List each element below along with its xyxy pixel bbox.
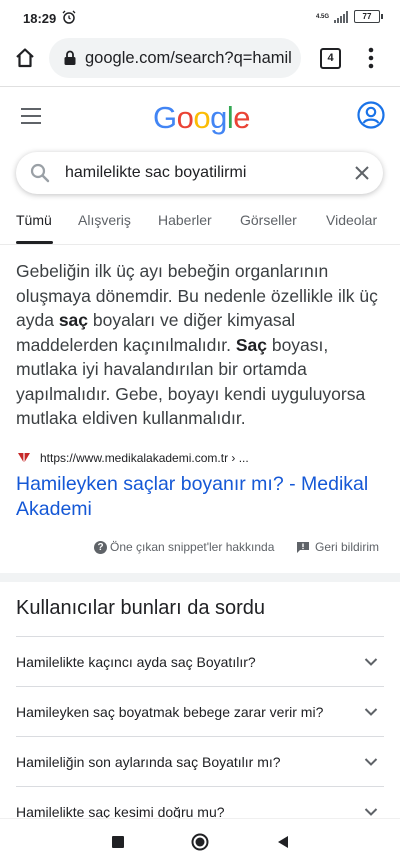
status-bar: 18:29 4.5G 77 — [0, 0, 400, 34]
home-icon[interactable] — [13, 46, 37, 70]
people-also-ask-list: Hamilelikte kaçıncı ayda saç Boyatılır? … — [16, 636, 384, 836]
site-favicon-icon — [18, 452, 30, 464]
feedback-icon — [297, 541, 309, 553]
google-header: Google — [0, 87, 400, 147]
help-icon: ? — [94, 540, 107, 554]
chevron-down-icon — [364, 807, 378, 816]
address-bar[interactable]: google.com/search?q=hamil — [49, 38, 301, 78]
search-icon[interactable] — [30, 163, 50, 183]
feedback-link[interactable]: Geri bildirim — [297, 540, 379, 554]
tab-shopping[interactable]: Alışveriş — [78, 212, 131, 228]
featured-snippet-text: Gebeliğin ilk üç ayı bebeğin organlarını… — [16, 261, 378, 428]
more-options-icon[interactable] — [368, 46, 374, 70]
google-logo[interactable]: Google — [153, 100, 251, 136]
source-url: https://www.medikalakademi.com.tr › ... — [40, 451, 249, 465]
about-snippets-link[interactable]: ? Öne çıkan snippet'ler hakkında — [94, 540, 274, 554]
hamburger-menu-icon[interactable] — [21, 108, 41, 124]
chevron-down-icon — [364, 707, 378, 716]
system-navigation-bar — [0, 818, 400, 867]
question-item[interactable]: Hamileliğin son aylarında saç Boyatılır … — [16, 736, 384, 786]
status-time: 18:29 — [23, 11, 57, 26]
question-item[interactable]: Hamileyken saç boyatmak bebege zarar ver… — [16, 686, 384, 736]
signal-icon — [334, 10, 348, 23]
tab-images[interactable]: Görseller — [240, 212, 297, 228]
tab-news[interactable]: Haberler — [158, 212, 212, 228]
section-divider — [0, 573, 400, 582]
tab-videos[interactable]: Videolar — [326, 212, 377, 228]
chevron-down-icon — [364, 657, 378, 666]
tab-all[interactable]: Tümü — [16, 212, 52, 228]
feedback-label: Geri bildirim — [315, 540, 380, 554]
search-input[interactable]: hamilelikte sac boyatilirmi — [65, 164, 354, 182]
about-snippets-label: Öne çıkan snippet'ler hakkında — [110, 540, 275, 554]
active-tab-indicator — [16, 241, 53, 244]
question-text: Hamilelikte kaçıncı ayda saç Boyatılır? — [16, 653, 256, 670]
search-tabs: Tümü Alışveriş Haberler Görseller Videol… — [0, 212, 400, 245]
tab-switcher-button[interactable]: 4 — [320, 48, 341, 69]
chevron-down-icon — [364, 757, 378, 766]
question-text: Hamileyken saç boyatmak bebege zarar ver… — [16, 703, 324, 720]
recents-button[interactable] — [112, 836, 124, 848]
browser-toolbar: google.com/search?q=hamil 4 — [0, 34, 400, 87]
result-title-link[interactable]: Hamileyken saçlar boyanır mı? - Medikal … — [16, 472, 386, 522]
snippet-source[interactable]: https://www.medikalakademi.com.tr › ... — [16, 450, 249, 466]
network-type-label: 4.5G — [316, 13, 330, 20]
url-text: google.com/search?q=hamil — [85, 48, 292, 67]
alarm-icon — [62, 10, 76, 24]
clear-search-icon[interactable] — [354, 165, 370, 181]
question-item[interactable]: Hamilelikte kaçıncı ayda saç Boyatılır? — [16, 636, 384, 686]
home-button[interactable] — [191, 833, 209, 851]
people-also-ask-title: Kullanıcılar bunları da sordu — [16, 597, 266, 619]
search-box[interactable]: hamilelikte sac boyatilirmi — [16, 152, 383, 194]
account-avatar-icon[interactable] — [357, 101, 385, 129]
battery-icon: 77 — [354, 10, 383, 23]
question-text: Hamileliğin son aylarında saç Boyatılır … — [16, 753, 281, 770]
back-button[interactable] — [276, 835, 290, 849]
battery-level: 77 — [362, 12, 372, 21]
lock-icon — [64, 50, 76, 65]
